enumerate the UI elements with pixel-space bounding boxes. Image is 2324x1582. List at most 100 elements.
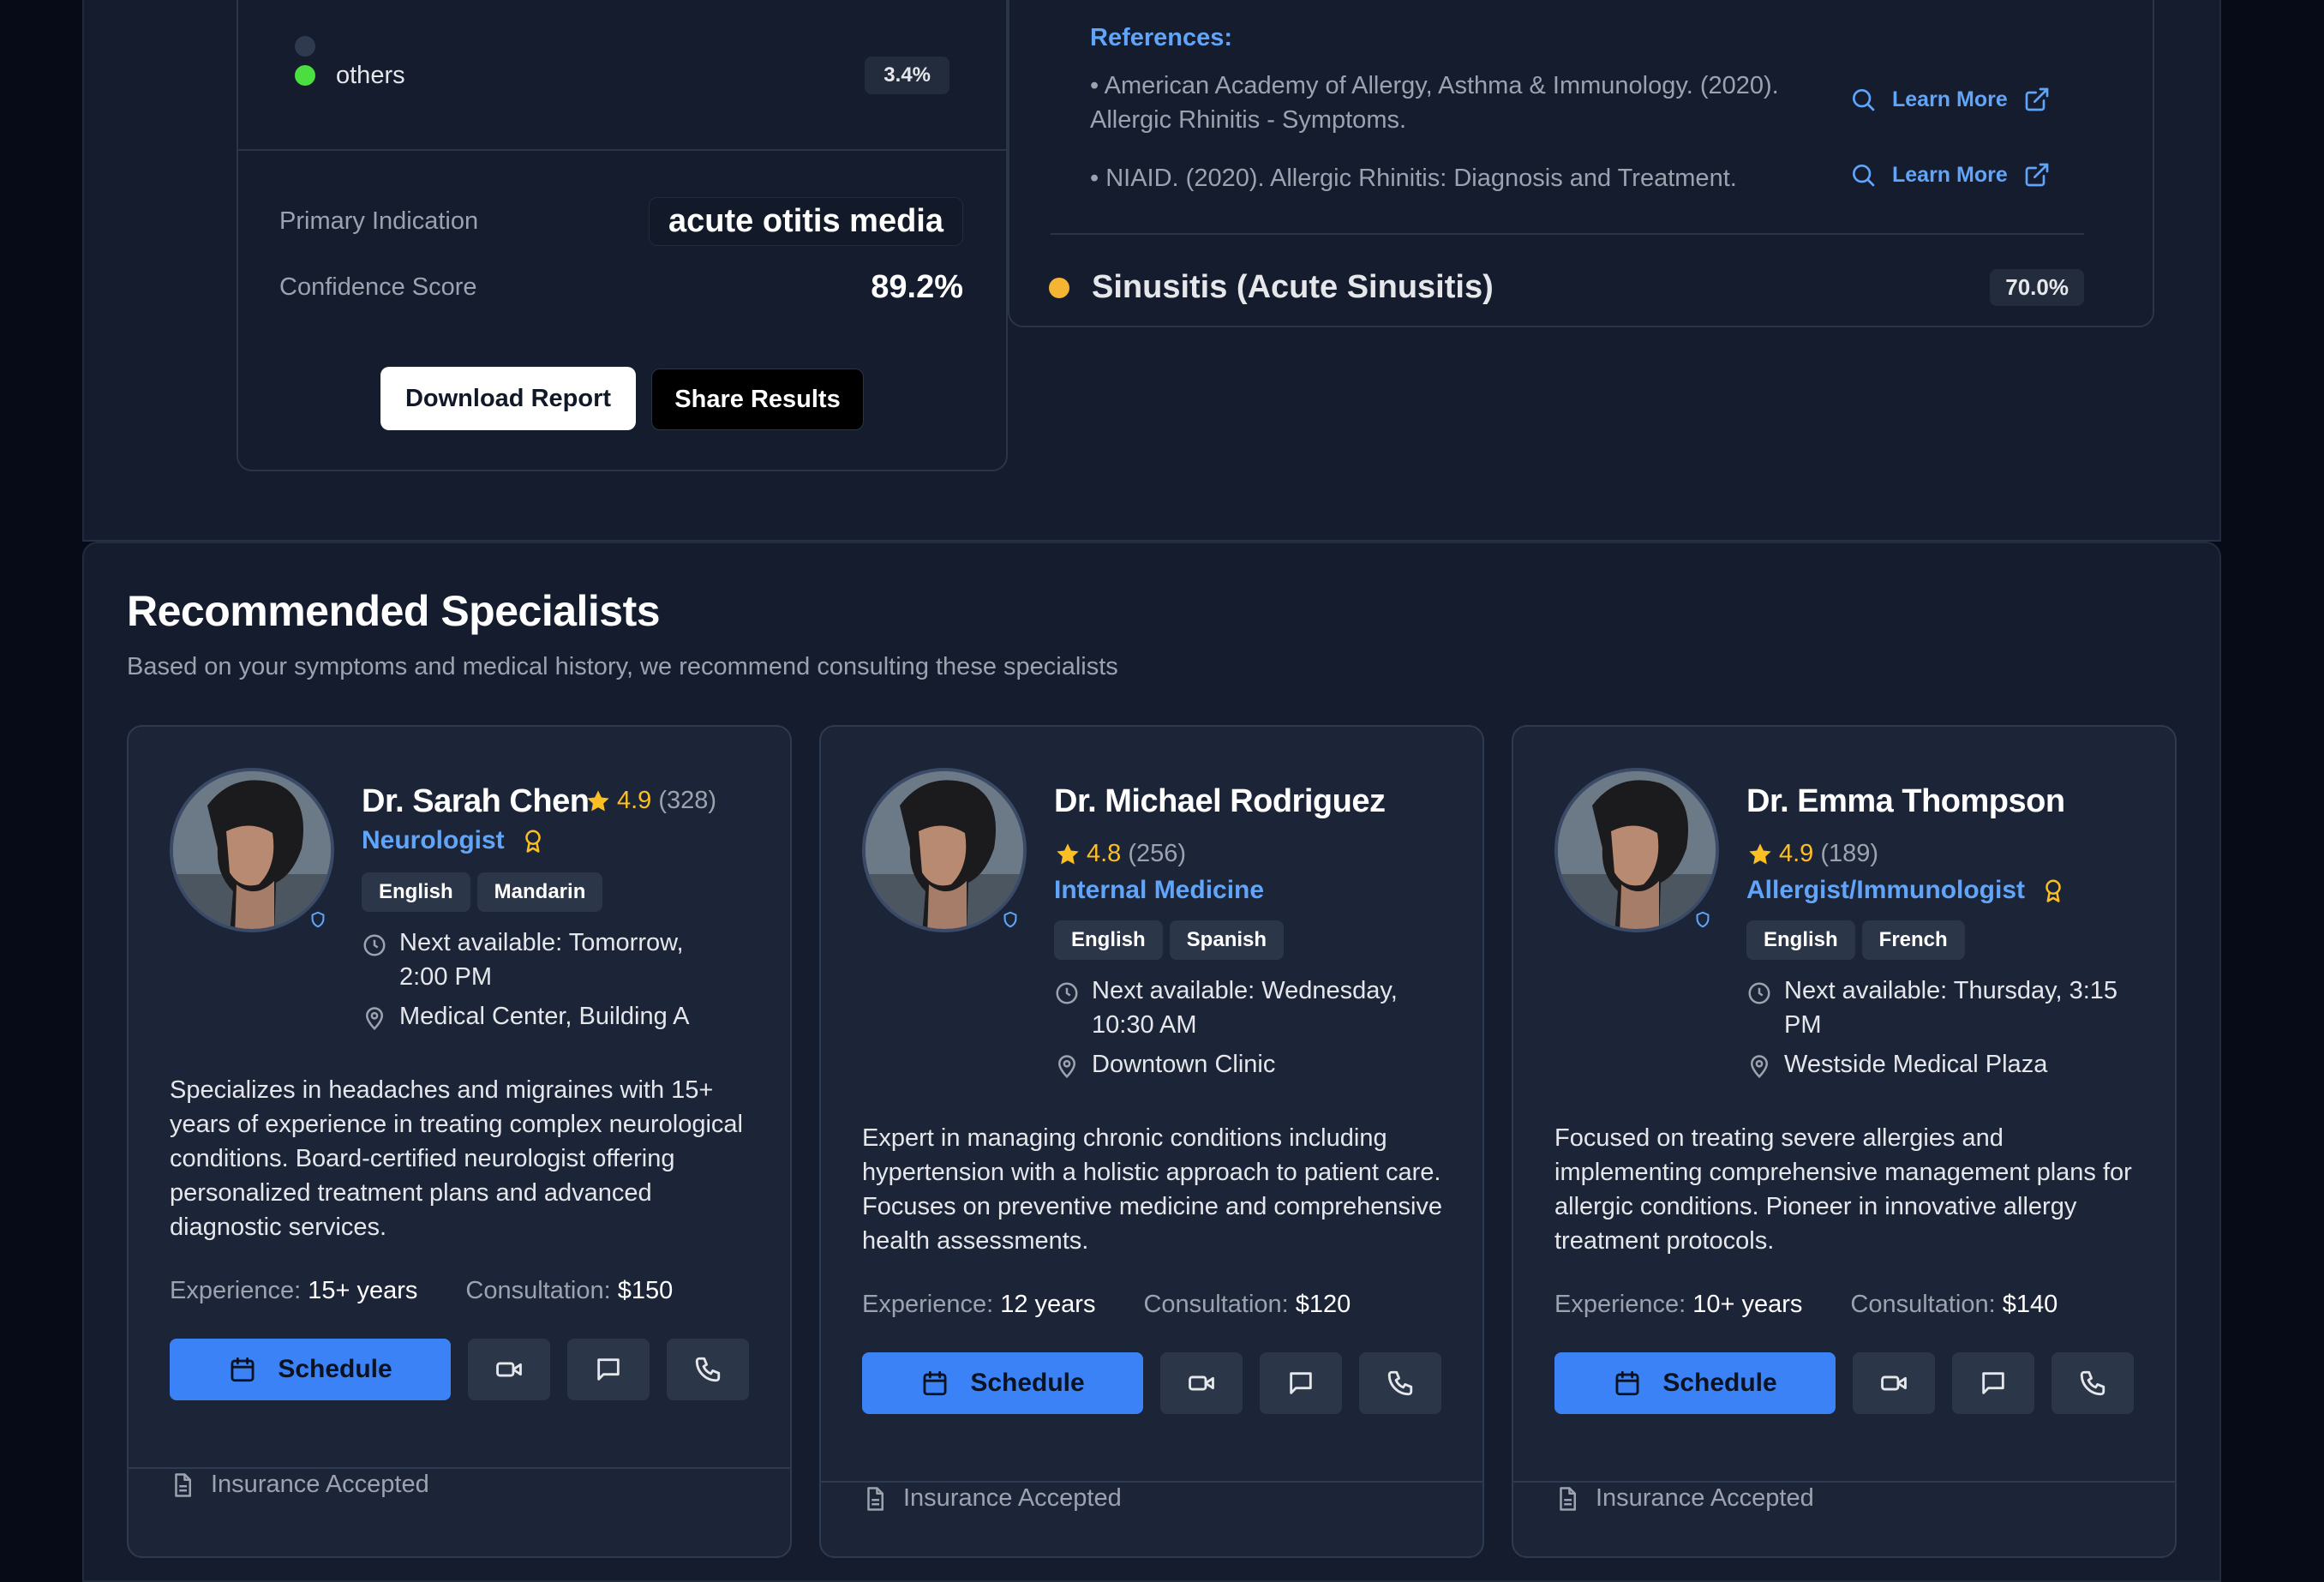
verified-badge	[997, 907, 1023, 932]
call-button[interactable]	[667, 1339, 749, 1400]
recommended-specialists-section: Recommended Specialists Based on your sy…	[82, 542, 2221, 1582]
consultation-label: Consultation:	[1143, 1291, 1289, 1318]
divider	[1513, 1481, 2175, 1483]
availability-text: Next available: Thursday, 3:15 PM	[1784, 977, 2118, 1039]
primary-indication-row: Primary Indication acute otitis media	[279, 197, 963, 246]
map-pin-icon	[1750, 1055, 1769, 1079]
availability-text: Next available: Tomorrow, 2:00 PM	[399, 929, 684, 991]
phone-icon	[695, 1357, 721, 1382]
language-list: English Mandarin	[362, 872, 603, 912]
action-buttons: Schedule	[170, 1339, 749, 1400]
doctor-specialty: Neurologist	[362, 826, 546, 855]
calendar-icon	[1615, 1370, 1639, 1396]
condition-percent: 3.4%	[865, 57, 949, 94]
condition-dot	[295, 65, 315, 86]
schedule-label: Schedule	[278, 1355, 392, 1383]
specialty-label: Internal Medicine	[1054, 876, 1265, 904]
schedule-button[interactable]: Schedule	[862, 1352, 1143, 1414]
section-subtitle: Based on your symptoms and medical histo…	[127, 653, 1118, 680]
download-report-button[interactable]: Download Report	[380, 367, 636, 430]
location: Medical Center, Building A	[362, 999, 690, 1034]
consultation-value: $150	[617, 1277, 674, 1304]
message-button[interactable]	[1952, 1352, 2034, 1414]
verified-badge	[1690, 907, 1716, 932]
doctor-rating: 4.8 (256)	[1054, 840, 1186, 868]
shield-icon	[1696, 911, 1710, 928]
learn-more-label: Learn More	[1892, 162, 2008, 187]
phone-icon	[1387, 1370, 1413, 1396]
schedule-button[interactable]: Schedule	[170, 1339, 451, 1400]
experience-label: Experience:	[170, 1277, 302, 1304]
video-call-button[interactable]	[1160, 1352, 1243, 1414]
review-count: (328)	[658, 787, 717, 814]
doctor-name[interactable]: Dr. Michael Rodriguez	[1054, 783, 1386, 820]
video-call-button[interactable]	[1853, 1352, 1935, 1414]
award-icon	[2045, 879, 2061, 902]
divider	[1051, 233, 2084, 235]
message-button[interactable]	[1260, 1352, 1342, 1414]
doctor-description: Focused on treating severe allergies and…	[1554, 1124, 2132, 1255]
consultation-label: Consultation:	[465, 1277, 611, 1304]
search-icon	[1853, 165, 1875, 187]
message-icon	[597, 1358, 620, 1381]
rating-value: 4.9	[617, 787, 652, 814]
clock-icon	[1056, 982, 1078, 1004]
map-pin-icon	[365, 1007, 384, 1031]
shield-icon	[1003, 911, 1017, 928]
doctor-name[interactable]: Dr. Emma Thompson	[1746, 783, 2065, 820]
doctor-specialty: Allergist/Immunologist	[1746, 876, 2066, 905]
consultation-label: Consultation:	[1850, 1291, 1996, 1318]
divider	[129, 1467, 790, 1469]
learn-more-link[interactable]: Learn More	[1849, 161, 2051, 189]
language-list: English French	[1746, 920, 1965, 960]
message-button[interactable]	[567, 1339, 650, 1400]
condition-name: others	[336, 61, 405, 89]
location: Downtown Clinic	[1054, 1047, 1275, 1082]
file-icon	[1560, 1486, 1576, 1511]
video-call-button[interactable]	[468, 1339, 550, 1400]
condition-dot	[1049, 277, 1069, 298]
location: Westside Medical Plaza	[1746, 1047, 2047, 1082]
language-badge: Spanish	[1169, 920, 1285, 960]
doctor-name[interactable]: Dr. Sarah Chen	[362, 783, 590, 820]
doctor-specialty: Internal Medicine	[1054, 876, 1264, 905]
doctor-stats: Experience: 12 years Consultation: $120	[862, 1291, 1351, 1319]
shield-icon	[311, 911, 325, 928]
learn-more-link[interactable]: Learn More	[1849, 86, 2051, 113]
availability: Next available: Tomorrow, 2:00 PM	[362, 926, 730, 994]
experience-label: Experience:	[862, 1291, 994, 1318]
rating-value: 4.9	[1779, 840, 1814, 867]
clock-icon	[363, 934, 386, 956]
avatar	[1554, 768, 1719, 932]
references-card: References: • American Academy of Allerg…	[1008, 0, 2154, 327]
doctor-rating: 4.9 (328)	[584, 787, 716, 815]
schedule-button[interactable]: Schedule	[1554, 1352, 1836, 1414]
clock-icon	[1748, 982, 1770, 1004]
language-badge: English	[362, 872, 470, 912]
specialist-card: Dr. Michael Rodriguez 4.8 (256) Internal…	[819, 725, 1484, 1558]
map-pin-icon	[1057, 1055, 1076, 1079]
specialist-card: Dr. Sarah Chen 4.9 (328) Neurologist Eng…	[127, 725, 792, 1558]
verified-badge	[305, 907, 331, 932]
specialty-label: Neurologist	[362, 826, 505, 854]
doctor-rating: 4.9 (189)	[1746, 840, 1878, 868]
external-link-icon	[2025, 87, 2049, 111]
language-badge: Mandarin	[476, 872, 603, 912]
learn-more-label: Learn More	[1892, 87, 2008, 111]
message-icon	[1290, 1372, 1312, 1394]
star-icon	[1749, 842, 1771, 864]
call-button[interactable]	[1359, 1352, 1441, 1414]
video-icon	[1189, 1375, 1214, 1391]
condition-row-sinusitis[interactable]: Sinusitis (Acute Sinusitis) 70.0%	[1049, 269, 2084, 306]
share-results-button[interactable]: Share Results	[651, 369, 864, 430]
condition-dot	[295, 36, 315, 57]
specialist-card: Dr. Emma Thompson 4.9 (189) Allergist/Im…	[1512, 725, 2177, 1558]
file-icon	[867, 1486, 883, 1511]
location-text: Medical Center, Building A	[399, 1003, 690, 1030]
review-count: (256)	[1128, 840, 1187, 867]
divider	[821, 1481, 1482, 1483]
call-button[interactable]	[2051, 1352, 2134, 1414]
primary-indication-value: acute otitis media	[649, 197, 963, 246]
insurance-text: Insurance Accepted	[1596, 1484, 1814, 1512]
availability: Next available: Thursday, 3:15 PM	[1746, 974, 2149, 1042]
